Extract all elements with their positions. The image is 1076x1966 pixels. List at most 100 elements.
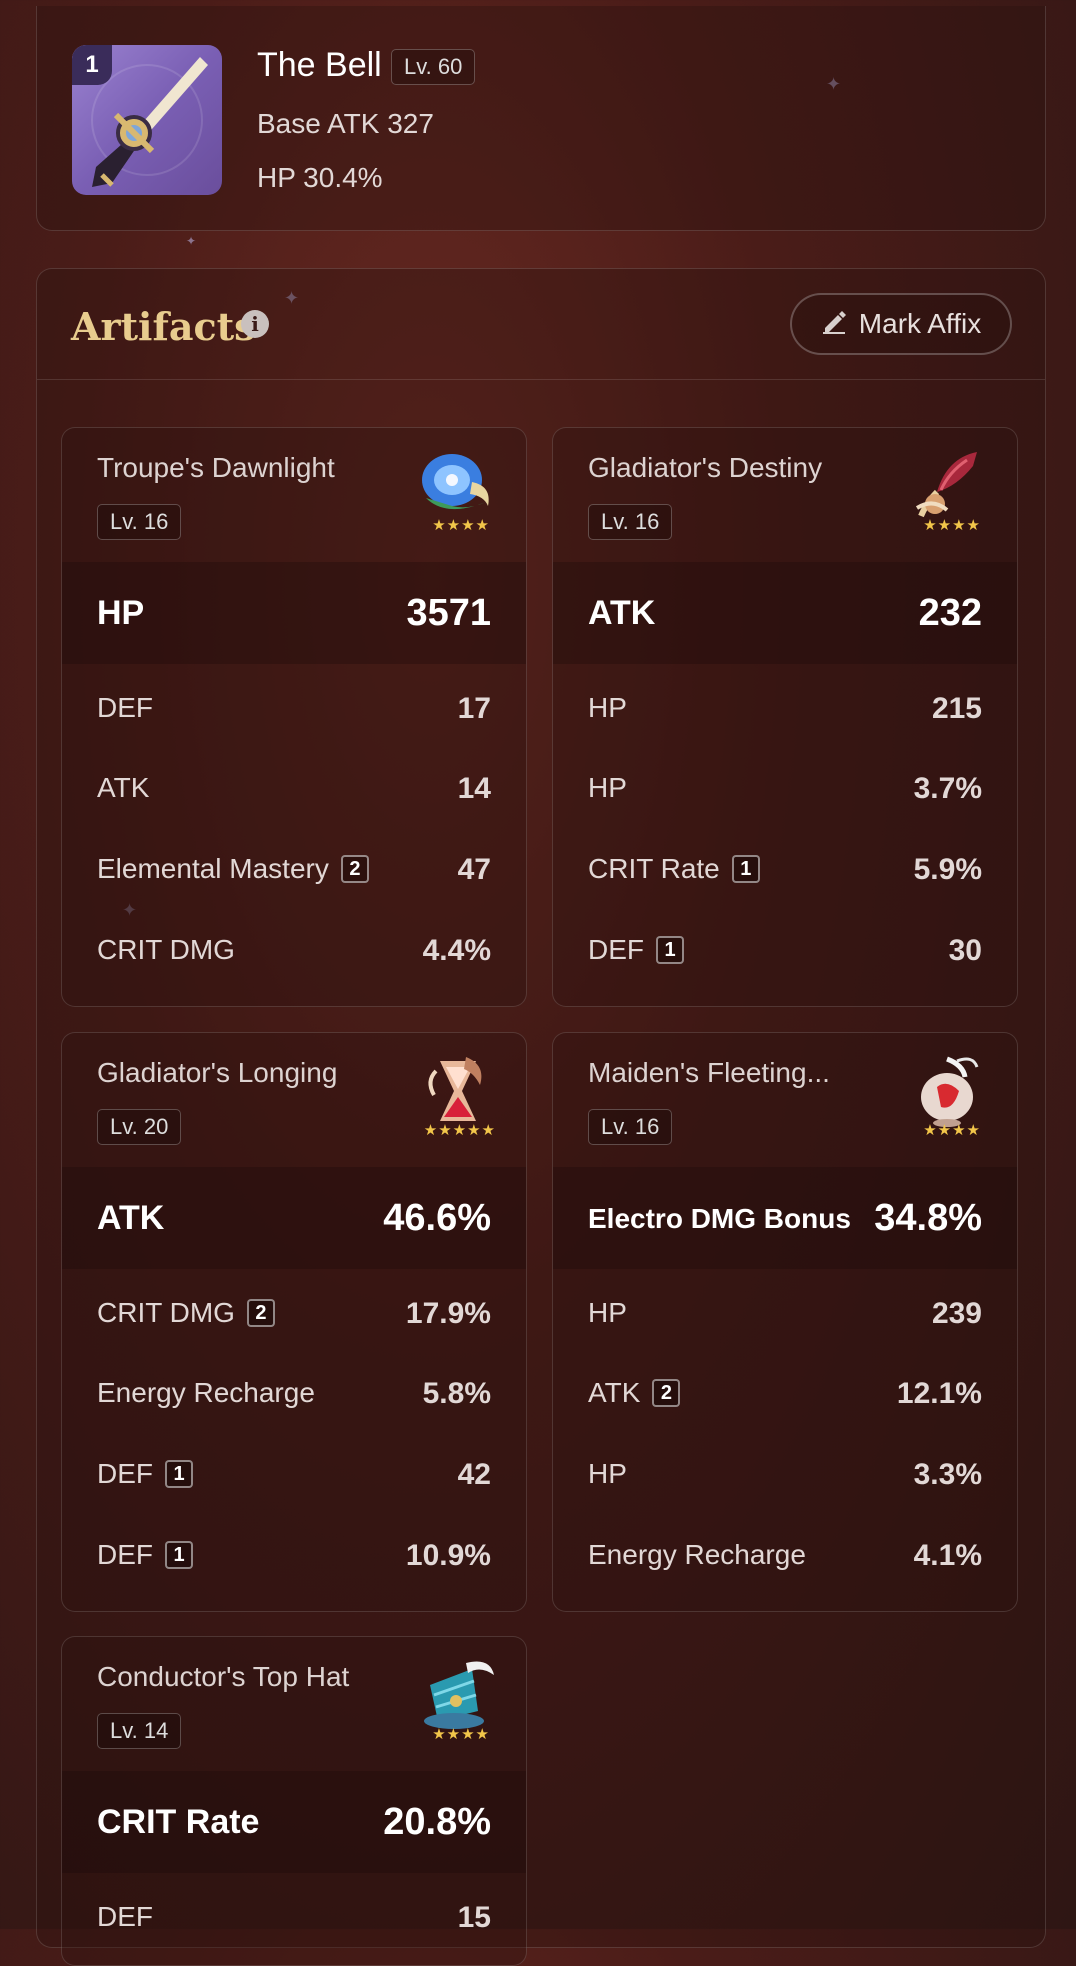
substat-row: DEF 1 10.9% [62, 1527, 526, 1587]
substat-value: 15 [457, 1901, 491, 1934]
mark-affix-label: Mark Affix [858, 308, 982, 339]
main-stat-row: Electro DMG Bonus 34.8% [553, 1167, 1017, 1269]
artifact-card-sands[interactable]: Gladiator's Longing Lv. 20 ★★★★★ ATK 46.… [61, 1032, 527, 1612]
artifact-level-badge: Lv. 20 [97, 1109, 182, 1145]
substat-value: 4.1% [913, 1539, 982, 1572]
substat-value: 3.3% [913, 1458, 982, 1491]
roll-count-badge: 2 [652, 1379, 681, 1407]
main-stat-row: ATK 46.6% [62, 1167, 526, 1269]
substat-row: DEF 1 30 [553, 922, 1017, 982]
substat-value: 12.1% [896, 1377, 982, 1410]
weapon-level-badge: Lv. 60 [391, 49, 476, 85]
substat-row: DEF 17 [62, 680, 526, 740]
substat-name: DEF 1 [97, 1458, 193, 1490]
main-stat-row: CRIT Rate 20.8% [62, 1771, 526, 1873]
main-stat-value: 232 [918, 592, 982, 634]
substat-value: 4.4% [422, 934, 491, 967]
main-stat-row: HP 3571 [62, 562, 526, 664]
main-stat-value: 34.8% [874, 1197, 982, 1239]
artifact-name: Gladiator's Longing [97, 1057, 338, 1088]
substat-name: HP [588, 1297, 627, 1328]
artifact-name: Conductor's Top Hat [97, 1661, 350, 1692]
artifacts-title: Artifacts [71, 304, 256, 349]
substat-value: 10.9% [405, 1539, 491, 1572]
substat-name: DEF 1 [97, 1539, 193, 1571]
substat-value: 17 [457, 692, 491, 725]
substat-row: DEF 1 42 [62, 1446, 526, 1506]
substat-row: DEF 15 [62, 1889, 526, 1949]
roll-count-badge: 1 [165, 1460, 193, 1488]
weapon-substat: HP 30.4% [257, 162, 383, 193]
claymore-icon: 1 [72, 45, 222, 195]
artifact-card-circlet[interactable]: Conductor's Top Hat Lv. 14 ★★★★ CRIT Rat… [61, 1636, 527, 1966]
artifact-level-badge: Lv. 16 [97, 504, 182, 540]
substat-name: CRIT DMG 2 [97, 1297, 275, 1329]
artifact-card-flower[interactable]: Troupe's Dawnlight Lv. 16 ★★★★ HP 3571 D… [61, 427, 527, 1007]
substat-value: 42 [457, 1458, 491, 1491]
substat-value: 215 [931, 692, 982, 725]
substat-value: 5.8% [422, 1377, 491, 1410]
substat-name: CRIT Rate 1 [588, 853, 760, 885]
rarity-stars: ★★★★ [432, 1726, 490, 1743]
main-stat-value: 46.6% [383, 1197, 491, 1239]
substat-row: CRIT DMG 4.4% [62, 922, 526, 982]
substat-name: Elemental Mastery 2 [97, 853, 369, 885]
rarity-stars: ★★★★★ [423, 1122, 496, 1139]
substat-row: HP 215 [553, 680, 1017, 740]
artifact-level-badge: Lv. 16 [588, 1109, 673, 1145]
artifact-card-goblet[interactable]: Maiden's Fleeting... Lv. 16 ★★★★ Electro… [552, 1032, 1018, 1612]
roll-count-badge: 1 [731, 855, 760, 883]
substat-name: DEF 1 [588, 934, 684, 966]
main-stat-name: Electro DMG Bonus [588, 1203, 851, 1234]
substat-value: 17.9% [405, 1297, 491, 1330]
roll-count-badge: 2 [246, 1299, 275, 1327]
substat-row: HP 239 [553, 1285, 1017, 1345]
substat-row: Energy Recharge 5.8% [62, 1365, 526, 1425]
substat-name: HP [588, 772, 627, 803]
substat-row: ATK 14 [62, 760, 526, 820]
substat-name: Energy Recharge [97, 1377, 315, 1408]
substat-name: CRIT DMG [97, 934, 235, 965]
sparkle-decoration: ✦ [186, 234, 197, 248]
artifact-card-plume[interactable]: Gladiator's Destiny Lv. 16 ★★★★ ATK 232 … [552, 427, 1018, 1007]
substat-row: Energy Recharge 4.1% [553, 1527, 1017, 1587]
artifact-level-badge: Lv. 14 [97, 1713, 182, 1749]
roll-count-badge: 1 [165, 1541, 193, 1569]
substat-value: 239 [931, 1297, 982, 1330]
mark-affix-button[interactable]: Mark Affix [790, 293, 1012, 355]
substat-value: 47 [457, 853, 491, 886]
substat-name: DEF [97, 1901, 153, 1932]
refinement-badge: 1 [72, 45, 112, 85]
substat-value: 14 [457, 772, 491, 805]
artifact-level-badge: Lv. 16 [588, 504, 673, 540]
main-stat-name: ATK [97, 1199, 165, 1237]
main-stat-value: 3571 [406, 592, 491, 634]
weapon-base-atk: Base ATK 327 [257, 108, 434, 139]
artifact-name: Maiden's Fleeting... [588, 1057, 830, 1088]
artifact-name: Troupe's Dawnlight [97, 452, 335, 483]
substat-name: ATK 2 [588, 1377, 681, 1409]
substat-name: HP [588, 1458, 627, 1489]
panel-divider [37, 379, 1045, 380]
substat-row: HP 3.3% [553, 1446, 1017, 1506]
substat-row: HP 3.7% [553, 760, 1017, 820]
substat-name: DEF [97, 692, 153, 723]
main-stat-name: HP [97, 594, 145, 632]
substat-name: Energy Recharge [588, 1539, 806, 1570]
substat-value: 3.7% [913, 772, 982, 805]
substat-row: ATK 2 12.1% [553, 1365, 1017, 1425]
substat-row: Elemental Mastery 2 47 [62, 841, 526, 901]
substat-name: HP [588, 692, 627, 723]
roll-count-badge: 1 [656, 936, 684, 964]
main-stat-name: ATK [588, 594, 656, 632]
roll-count-badge: 2 [340, 855, 369, 883]
main-stat-row: ATK 232 [553, 562, 1017, 664]
substat-row: CRIT Rate 1 5.9% [553, 841, 1017, 901]
info-icon[interactable]: i [241, 310, 269, 338]
rarity-stars: ★★★★ [923, 517, 981, 534]
rarity-stars: ★★★★ [432, 517, 490, 534]
substat-row: CRIT DMG 2 17.9% [62, 1285, 526, 1345]
artifact-name: Gladiator's Destiny [588, 452, 823, 483]
main-stat-name: CRIT Rate [97, 1803, 260, 1841]
rarity-stars: ★★★★ [923, 1122, 981, 1139]
